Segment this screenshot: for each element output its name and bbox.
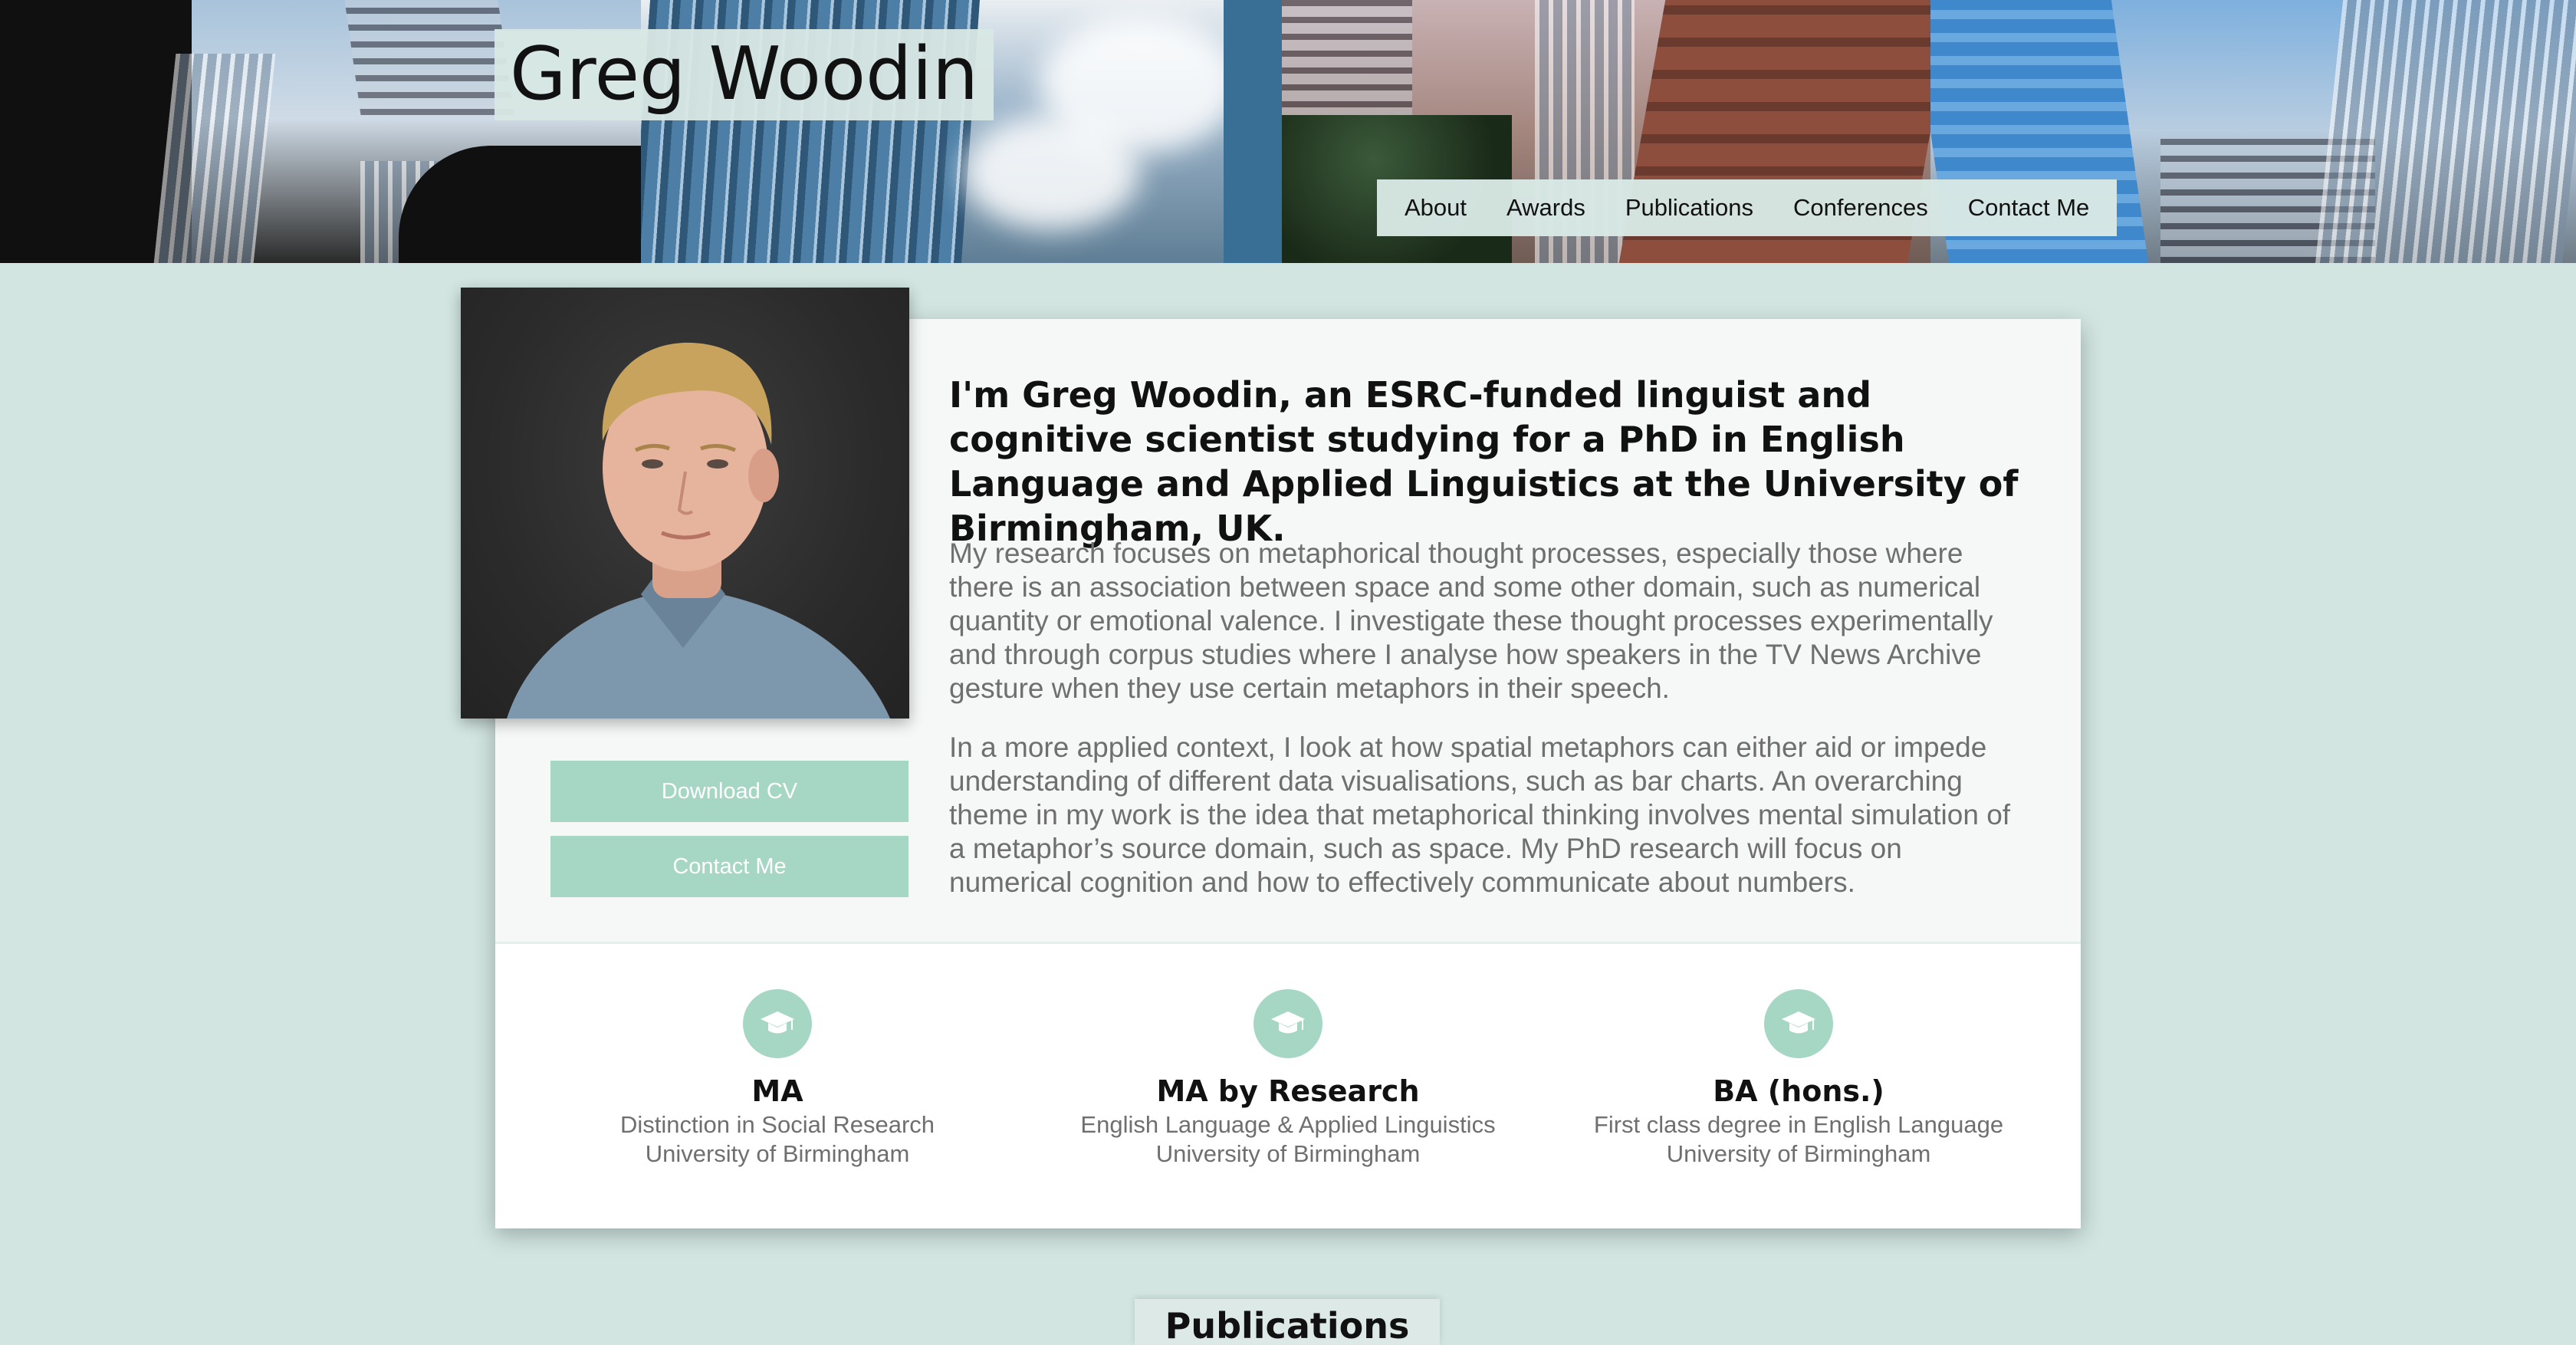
education-item-ma: MA Distinction in Social Research Univer… — [532, 989, 1023, 1169]
education-item-ba: BA (hons.) First class degree in English… — [1553, 989, 2044, 1169]
nav-publications[interactable]: Publications — [1605, 194, 1773, 222]
degree-detail: First class degree in English Language — [1593, 1111, 2004, 1138]
about-headline: I'm Greg Woodin, an ESRC-funded linguist… — [949, 374, 2019, 549]
graduation-cap-icon — [1764, 989, 1833, 1058]
nav-conferences[interactable]: Conferences — [1773, 194, 1948, 222]
degree-title: BA (hons.) — [1713, 1074, 1884, 1108]
nav-contact-me[interactable]: Contact Me — [1948, 194, 2110, 222]
degree-detail: Distinction in Social Research — [619, 1111, 935, 1138]
degree-university: University of Birmingham — [1666, 1140, 1931, 1167]
header-banner — [0, 0, 2576, 263]
contact-me-button[interactable]: Contact Me — [550, 836, 909, 897]
nav-awards[interactable]: Awards — [1487, 194, 1605, 222]
degree-title: MA by Research — [1156, 1074, 1420, 1108]
degree-university: University of Birmingham — [645, 1140, 910, 1167]
about-paragraph-1: My research focuses on metaphorical thou… — [949, 538, 1993, 704]
graduation-cap-icon — [743, 989, 812, 1058]
education-item-ma-research: MA by Research English Language & Applie… — [1043, 989, 1533, 1169]
nav-about[interactable]: About — [1385, 194, 1487, 222]
site-title[interactable]: Greg Woodin — [495, 29, 994, 120]
degree-detail: English Language & Applied Linguistics — [1080, 1111, 1496, 1138]
degree-university: University of Birmingham — [1155, 1140, 1421, 1167]
profile-photo — [461, 288, 909, 719]
download-cv-button[interactable]: Download CV — [550, 761, 909, 822]
main-nav: About Awards Publications Conferences Co… — [1377, 179, 2118, 236]
publications-section-heading: Publications — [1135, 1299, 1440, 1345]
degree-title: MA — [751, 1074, 803, 1108]
graduation-cap-icon — [1254, 989, 1322, 1058]
about-paragraph-2: In a more applied context, I look at how… — [949, 732, 2011, 898]
